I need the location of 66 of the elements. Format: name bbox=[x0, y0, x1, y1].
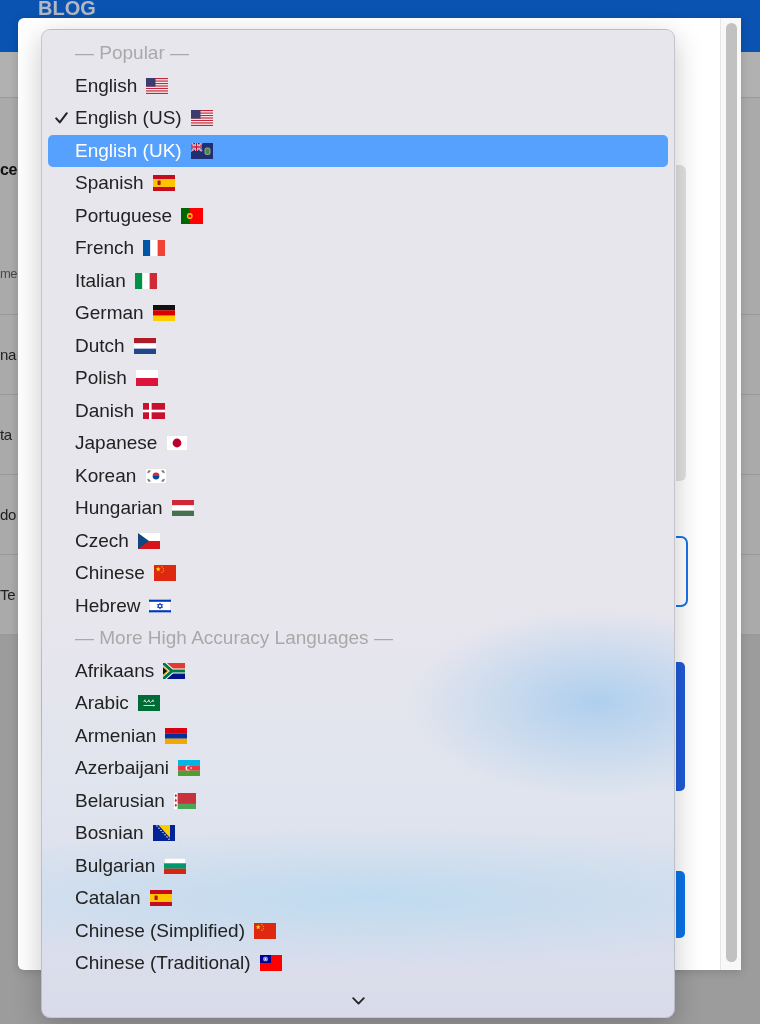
flag-icon bbox=[163, 662, 186, 679]
menu-item[interactable]: Korean bbox=[48, 459, 668, 492]
action-button[interactable] bbox=[676, 662, 685, 791]
flag-icon bbox=[137, 695, 160, 712]
menu-item[interactable]: Portuguese bbox=[48, 199, 668, 232]
flag-icon bbox=[143, 240, 166, 257]
column-header: me bbox=[0, 266, 18, 282]
menu-item[interactable]: Azerbaijani bbox=[48, 752, 668, 785]
menu-item[interactable]: Italian bbox=[48, 264, 668, 297]
flag-icon bbox=[190, 110, 213, 127]
menu-item[interactable]: Polish bbox=[48, 362, 668, 395]
menu-item[interactable]: Chinese (Traditional) bbox=[48, 947, 668, 980]
row-label: na bbox=[0, 346, 17, 363]
menu-item[interactable]: English bbox=[48, 69, 668, 102]
flag-icon bbox=[166, 435, 189, 452]
row-label: do bbox=[0, 506, 17, 523]
flag-icon bbox=[181, 207, 204, 224]
menu-item[interactable]: Spanish bbox=[48, 167, 668, 200]
menu-item[interactable]: Czech bbox=[48, 524, 668, 557]
menu-item[interactable]: Danish bbox=[48, 394, 668, 427]
scrollbar-thumb[interactable] bbox=[726, 23, 737, 962]
menu-item[interactable]: Armenian bbox=[48, 719, 668, 752]
flag-icon bbox=[152, 305, 175, 322]
action-button[interactable] bbox=[676, 871, 685, 938]
flag-icon bbox=[152, 825, 175, 842]
menu-item[interactable]: Belarusian bbox=[48, 784, 668, 817]
flag-icon bbox=[165, 727, 188, 744]
menu-item[interactable]: Arabic bbox=[48, 687, 668, 720]
flag-icon bbox=[152, 175, 175, 192]
menu-item[interactable]: German bbox=[48, 297, 668, 330]
flag-icon bbox=[153, 565, 176, 582]
flag-icon bbox=[254, 922, 276, 939]
header-title: BLOG bbox=[38, 0, 96, 17]
flag-icon bbox=[149, 597, 172, 614]
menu-item[interactable]: Bosnian bbox=[48, 817, 668, 850]
menu-item[interactable]: Hungarian bbox=[48, 492, 668, 525]
menu-item[interactable]: Afrikaans bbox=[48, 654, 668, 687]
menu-item[interactable]: Bulgarian bbox=[48, 849, 668, 882]
flag-icon bbox=[178, 760, 200, 777]
row-label: ta bbox=[0, 426, 12, 443]
page-heading: ce bbox=[0, 160, 17, 180]
flag-icon bbox=[133, 337, 156, 354]
menu-item[interactable]: Catalan bbox=[48, 882, 668, 915]
flag-icon bbox=[171, 500, 194, 517]
flag-icon bbox=[137, 532, 160, 549]
row-label: Te bbox=[0, 586, 16, 603]
flag-icon bbox=[135, 370, 158, 387]
flag-icon bbox=[145, 467, 168, 484]
menu-item[interactable]: Hebrew bbox=[48, 589, 668, 622]
flag-icon bbox=[134, 272, 157, 289]
menu-section-heading: — Popular — bbox=[75, 42, 190, 65]
menu-item[interactable]: Dutch bbox=[48, 329, 668, 362]
menu-item[interactable]: English (US) bbox=[48, 102, 668, 135]
flag-icon bbox=[164, 857, 187, 874]
menu-item[interactable]: Chinese bbox=[48, 557, 668, 590]
flag-icon bbox=[259, 955, 282, 972]
flag-icon bbox=[143, 402, 166, 419]
chevron-down-icon[interactable] bbox=[351, 997, 365, 1006]
menu-item[interactable]: Chinese (Simplified) bbox=[48, 914, 668, 947]
flag-icon bbox=[146, 77, 169, 94]
menu-item[interactable]: Japanese bbox=[48, 427, 668, 460]
flag-icon bbox=[149, 890, 172, 907]
flag-icon bbox=[173, 792, 196, 809]
menu-item[interactable]: French bbox=[48, 232, 668, 265]
flag-icon bbox=[190, 142, 213, 159]
menu-section-heading: — More High Accuracy Languages — bbox=[75, 627, 393, 650]
